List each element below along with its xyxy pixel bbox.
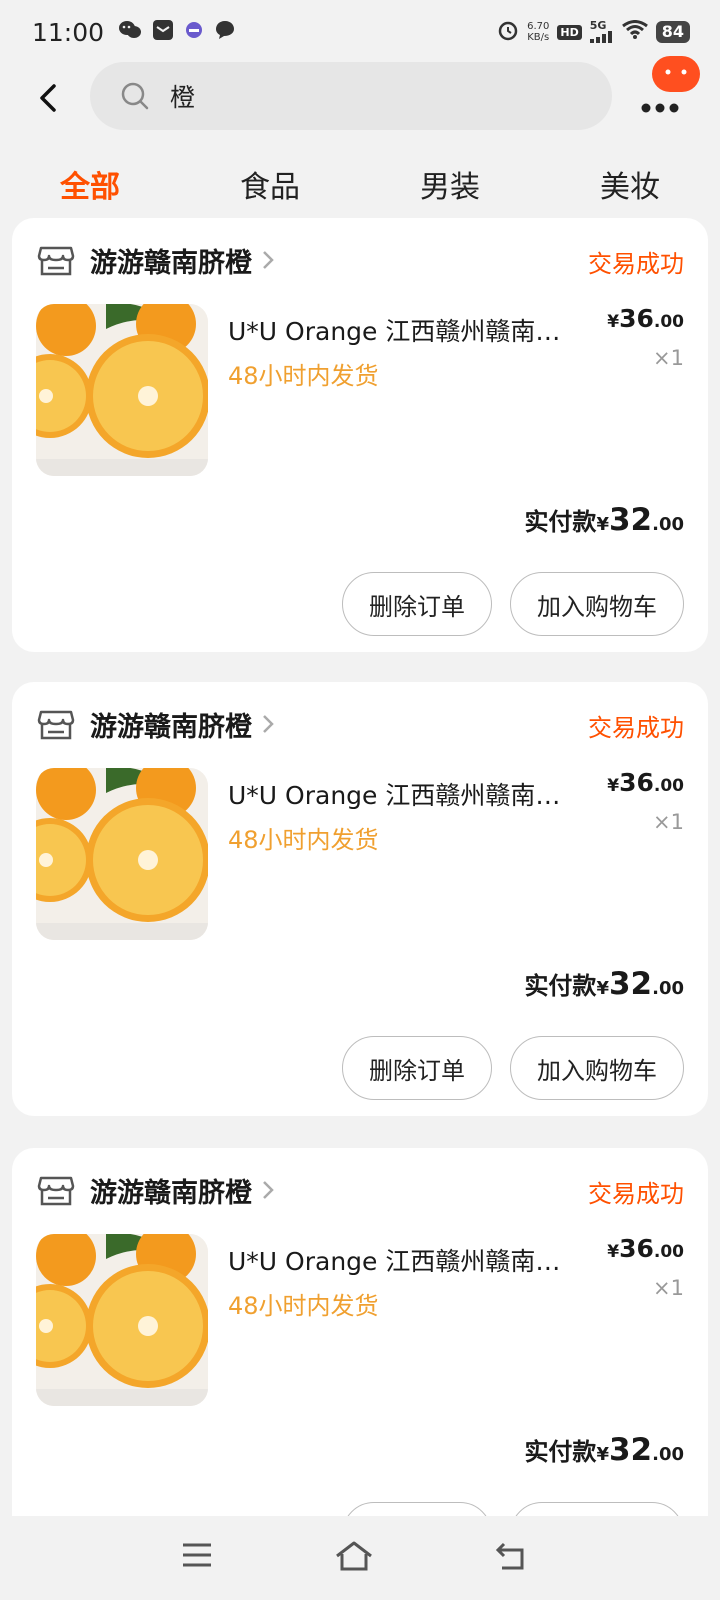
- wechat-icon: [118, 19, 142, 45]
- product-title[interactable]: U*U Orange 江西赣州赣南…: [228, 776, 608, 812]
- paid-amount: 实付款¥32.00: [524, 966, 684, 1002]
- delete-order-button[interactable]: 删除订单: [342, 1036, 492, 1100]
- home-button[interactable]: [334, 1540, 374, 1576]
- shipping-note: 48小时内发货: [228, 362, 379, 390]
- shop-name: 游游赣南脐橙: [90, 711, 252, 743]
- return-icon: [495, 1542, 524, 1570]
- back-arrow-icon: [40, 84, 56, 112]
- product-price: ¥36.00: [607, 304, 684, 333]
- store-icon: [37, 246, 75, 276]
- chevron-right-icon: [263, 715, 274, 733]
- delete-order-button[interactable]: 删除订单: [342, 572, 492, 636]
- search-header: 橙: [0, 56, 720, 136]
- order-card[interactable]: 游游赣南脐橙 交易成功 U*U Orange 江西赣州赣南… 48小时内发货 ¥…: [12, 218, 708, 652]
- menu-icon: [183, 1543, 211, 1567]
- product-quantity: ×1: [653, 810, 684, 834]
- search-query: 橙: [170, 83, 196, 112]
- paid-amount: 实付款¥32.00: [524, 1432, 684, 1468]
- add-to-cart-button[interactable]: 加入购物车: [510, 572, 684, 636]
- chevron-right-icon: [263, 251, 274, 269]
- battery-indicator: 84: [655, 21, 690, 43]
- status-bar: 11:00 6.70 KB/s HD 5G 84: [0, 0, 720, 64]
- alarm-icon: [497, 19, 519, 45]
- order-actions: 删除订单 加入购物车: [342, 572, 684, 636]
- order-actions: 删除订单 加入购物车: [342, 1036, 684, 1100]
- product-image[interactable]: [36, 1234, 208, 1406]
- paid-amount: 实付款¥32.00: [524, 502, 684, 538]
- shipping-note: 48小时内发货: [228, 826, 379, 854]
- search-icon: [121, 82, 149, 110]
- product-price: ¥36.00: [607, 768, 684, 797]
- search-input[interactable]: 橙: [90, 62, 612, 130]
- back-nav-button[interactable]: [494, 1540, 528, 1576]
- shop-link[interactable]: 游游赣南脐橙: [36, 238, 276, 282]
- menu-button[interactable]: [180, 1540, 214, 1574]
- message-icon: [214, 19, 236, 45]
- app-notification-icon: [184, 20, 204, 44]
- chat-bubble-icon: [665, 69, 687, 75]
- product-image[interactable]: [36, 768, 208, 940]
- product-quantity: ×1: [653, 1276, 684, 1300]
- shop-link[interactable]: 游游赣南脐橙: [36, 702, 276, 746]
- tab-menswear[interactable]: 男装: [360, 150, 540, 214]
- order-status: 交易成功: [588, 714, 684, 742]
- order-status: 交易成功: [588, 250, 684, 278]
- shipping-note: 48小时内发货: [228, 1292, 379, 1320]
- tab-beauty[interactable]: 美妆: [540, 150, 720, 214]
- shop-name: 游游赣南脐橙: [90, 247, 252, 279]
- system-nav-bar: [0, 1516, 720, 1600]
- product-title[interactable]: U*U Orange 江西赣州赣南…: [228, 312, 608, 348]
- product-title[interactable]: U*U Orange 江西赣州赣南…: [228, 1242, 608, 1278]
- store-icon: [37, 710, 75, 740]
- status-time: 11:00: [32, 17, 105, 47]
- shop-link[interactable]: 游游赣南脐橙: [36, 1168, 276, 1212]
- product-price: ¥36.00: [607, 1234, 684, 1263]
- product-quantity: ×1: [653, 346, 684, 370]
- add-to-cart-button[interactable]: 加入购物车: [510, 1036, 684, 1100]
- signal-icon: 5G: [589, 20, 614, 43]
- hd-badge: HD: [557, 24, 582, 40]
- tab-food[interactable]: 食品: [180, 150, 360, 214]
- message-badge[interactable]: [652, 56, 700, 92]
- category-tabs: 全部 食品 男装 美妆: [0, 150, 720, 214]
- shop-name: 游游赣南脐橙: [90, 1177, 252, 1209]
- chevron-right-icon: [263, 1181, 274, 1199]
- tab-all[interactable]: 全部: [0, 150, 180, 214]
- wifi-icon: [621, 20, 648, 44]
- net-speed: 6.70 KB/s: [527, 21, 550, 43]
- product-image[interactable]: [36, 304, 208, 476]
- order-card[interactable]: 游游赣南脐橙 交易成功 U*U Orange 江西赣州赣南… 48小时内发货 ¥…: [12, 682, 708, 1116]
- store-icon: [37, 1176, 75, 1206]
- mail-icon: [152, 19, 174, 45]
- order-status: 交易成功: [588, 1180, 684, 1208]
- back-button[interactable]: [32, 80, 68, 116]
- home-icon: [336, 1541, 372, 1571]
